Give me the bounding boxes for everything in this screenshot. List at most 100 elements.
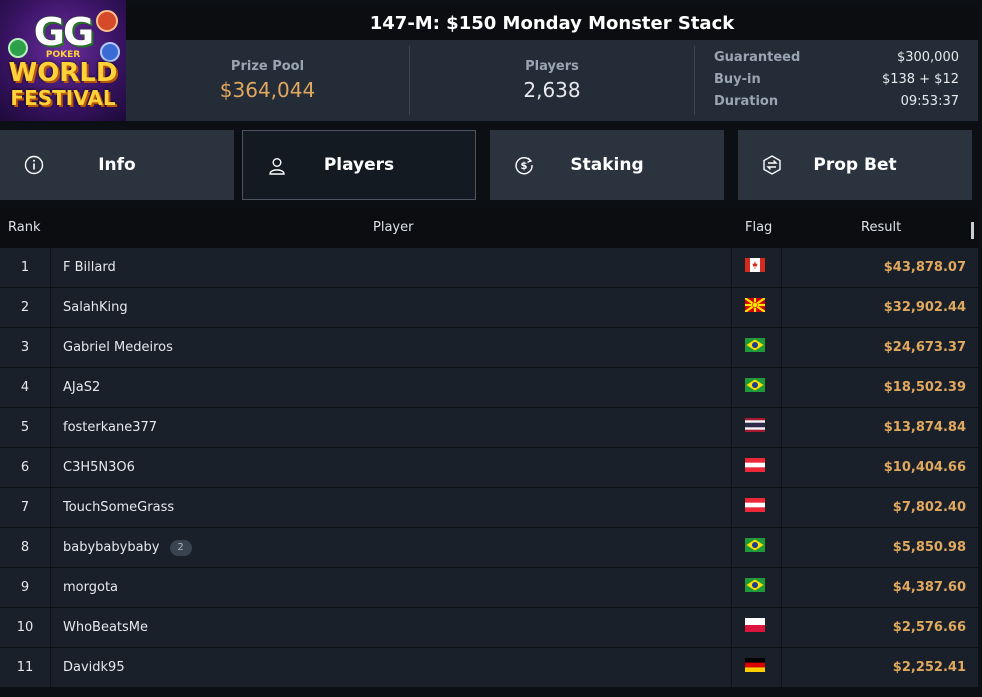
entries-badge[interactable]: 2: [169, 539, 192, 556]
guaranteed-label: Guaranteed: [714, 50, 801, 65]
svg-text:$: $: [521, 161, 528, 172]
table-row[interactable]: 5 fosterkane377 $13,874.84: [0, 408, 978, 448]
result-value: $32,902.44: [883, 300, 966, 315]
result-value: $13,874.84: [883, 420, 966, 435]
prize-pool-label: Prize Pool: [230, 59, 305, 74]
player-name: AJaS2: [63, 380, 101, 395]
header-player[interactable]: Player: [373, 208, 413, 248]
result-value: $4,387.60: [892, 580, 966, 595]
gg-world-festival-logo: GG POKER WORLD FESTIVAL: [0, 0, 126, 121]
rank-cell: 9: [0, 568, 51, 607]
table-row[interactable]: 9 morgota $4,387.60: [0, 568, 978, 608]
rank-cell: 10: [0, 608, 51, 647]
brazil-flag-icon: [745, 338, 765, 352]
rank-cell: 5: [0, 408, 51, 447]
flag-cell: [731, 568, 782, 607]
brazil-flag-icon: [745, 538, 765, 552]
player-name: morgota: [63, 580, 119, 595]
tab-staking[interactable]: $ Staking: [490, 130, 724, 200]
logo-gg-text: GG: [33, 10, 94, 54]
player-name: SalahKing: [63, 300, 128, 315]
table-row[interactable]: 4 AJaS2 $18,502.39: [0, 368, 978, 408]
player-name: C3H5N3O6: [63, 460, 135, 475]
table-row[interactable]: 6 C3H5N3O6 $10,404.66: [0, 448, 978, 488]
rank-cell: 4: [0, 368, 51, 407]
player-name: Davidk95: [63, 660, 125, 675]
canada-flag-icon: [745, 258, 765, 272]
logo-world-text: WORLD: [8, 58, 118, 88]
austria-flag-icon: [745, 458, 765, 472]
players-table: 1 F Billard $43,878.07 2 SalahKing $32,9…: [0, 248, 978, 688]
player-name: Gabriel Medeiros: [63, 340, 173, 355]
flag-cell: [731, 408, 782, 447]
players-label: Players: [525, 59, 579, 74]
germany-flag-icon: [745, 658, 765, 672]
result-value: $18,502.39: [883, 380, 966, 395]
rank-cell: 1: [0, 248, 51, 287]
rank-cell: 3: [0, 328, 51, 367]
flag-cell: [731, 608, 782, 647]
buyin-label: Buy-in: [714, 72, 761, 87]
header-rank[interactable]: Rank: [8, 208, 40, 248]
result-value: $5,850.98: [892, 540, 966, 555]
result-value: $10,404.66: [883, 460, 966, 475]
table-row[interactable]: 7 TouchSomeGrass $7,802.40: [0, 488, 978, 528]
result-value: $24,673.37: [883, 340, 966, 355]
brazil-flag-icon: [745, 578, 765, 592]
info-icon: [24, 155, 44, 175]
players-stat: Players 2,638: [410, 40, 694, 121]
table-row[interactable]: 3 Gabriel Medeiros $24,673.37: [0, 328, 978, 368]
players-value: 2,638: [523, 78, 581, 102]
rank-cell: 8: [0, 528, 51, 567]
tournament-title: 147-M: $150 Monday Monster Stack: [126, 7, 978, 40]
duration-value: 09:53:37: [900, 94, 959, 109]
stats-divider: [694, 46, 695, 115]
flag-cell: [731, 248, 782, 287]
prize-pool-stat: Prize Pool $364,044: [126, 40, 409, 121]
north-macedonia-flag-icon: [745, 298, 765, 312]
table-row[interactable]: 10 WhoBeatsMe $2,576.66: [0, 608, 978, 648]
rank-cell: 6: [0, 448, 51, 487]
austria-flag-icon: [745, 498, 765, 512]
table-header: Rank Player Flag Result: [0, 208, 978, 248]
rank-cell: 11: [0, 648, 51, 687]
rank-cell: 2: [0, 288, 51, 327]
stats-panel: Prize Pool $364,044 Players 2,638 Guaran…: [126, 40, 978, 121]
duration-label: Duration: [714, 94, 779, 109]
player-name: TouchSomeGrass: [63, 500, 175, 515]
user-icon: [269, 158, 285, 175]
buyin-row: Buy-in $138 + $12: [714, 72, 959, 94]
table-row[interactable]: 1 F Billard $43,878.07: [0, 248, 978, 288]
result-value: $2,576.66: [892, 620, 966, 635]
dollar-cycle-icon: $: [515, 157, 533, 175]
flag-cell: [731, 328, 782, 367]
prop-bet-icon: [763, 155, 781, 175]
header-result[interactable]: Result: [861, 208, 901, 248]
player-name-text: babybabybaby: [63, 540, 160, 555]
scrollbar-thumb[interactable]: [971, 222, 974, 239]
flag-cell: [731, 528, 782, 567]
tab-prop-bet[interactable]: Prop Bet: [738, 130, 972, 200]
table-row[interactable]: 8 babybabybaby 2 $5,850.98: [0, 528, 978, 568]
table-row[interactable]: 11 Davidk95 $2,252.41: [0, 648, 978, 688]
thailand-flag-icon: [745, 418, 765, 432]
duration-row: Duration 09:53:37: [714, 94, 959, 116]
result-value: $43,878.07: [883, 260, 966, 275]
rank-cell: 7: [0, 488, 51, 527]
result-value: $2,252.41: [892, 660, 966, 675]
prize-pool-value: $364,044: [219, 78, 316, 102]
tab-players[interactable]: Players: [242, 130, 476, 200]
tab-info[interactable]: Info: [0, 130, 234, 200]
guaranteed-value: $300,000: [896, 50, 959, 65]
table-row[interactable]: 2 SalahKing $32,902.44: [0, 288, 978, 328]
flag-cell: [731, 648, 782, 687]
brazil-flag-icon: [745, 378, 765, 392]
guaranteed-row: Guaranteed $300,000: [714, 50, 959, 72]
player-name: babybabybaby 2: [63, 528, 192, 567]
result-value: $7,802.40: [892, 500, 966, 515]
header-flag[interactable]: Flag: [745, 208, 772, 248]
flag-cell: [731, 448, 782, 487]
tournament-details: Guaranteed $300,000 Buy-in $138 + $12 Du…: [714, 50, 959, 116]
flag-cell: [731, 288, 782, 327]
player-name: WhoBeatsMe: [63, 620, 149, 635]
